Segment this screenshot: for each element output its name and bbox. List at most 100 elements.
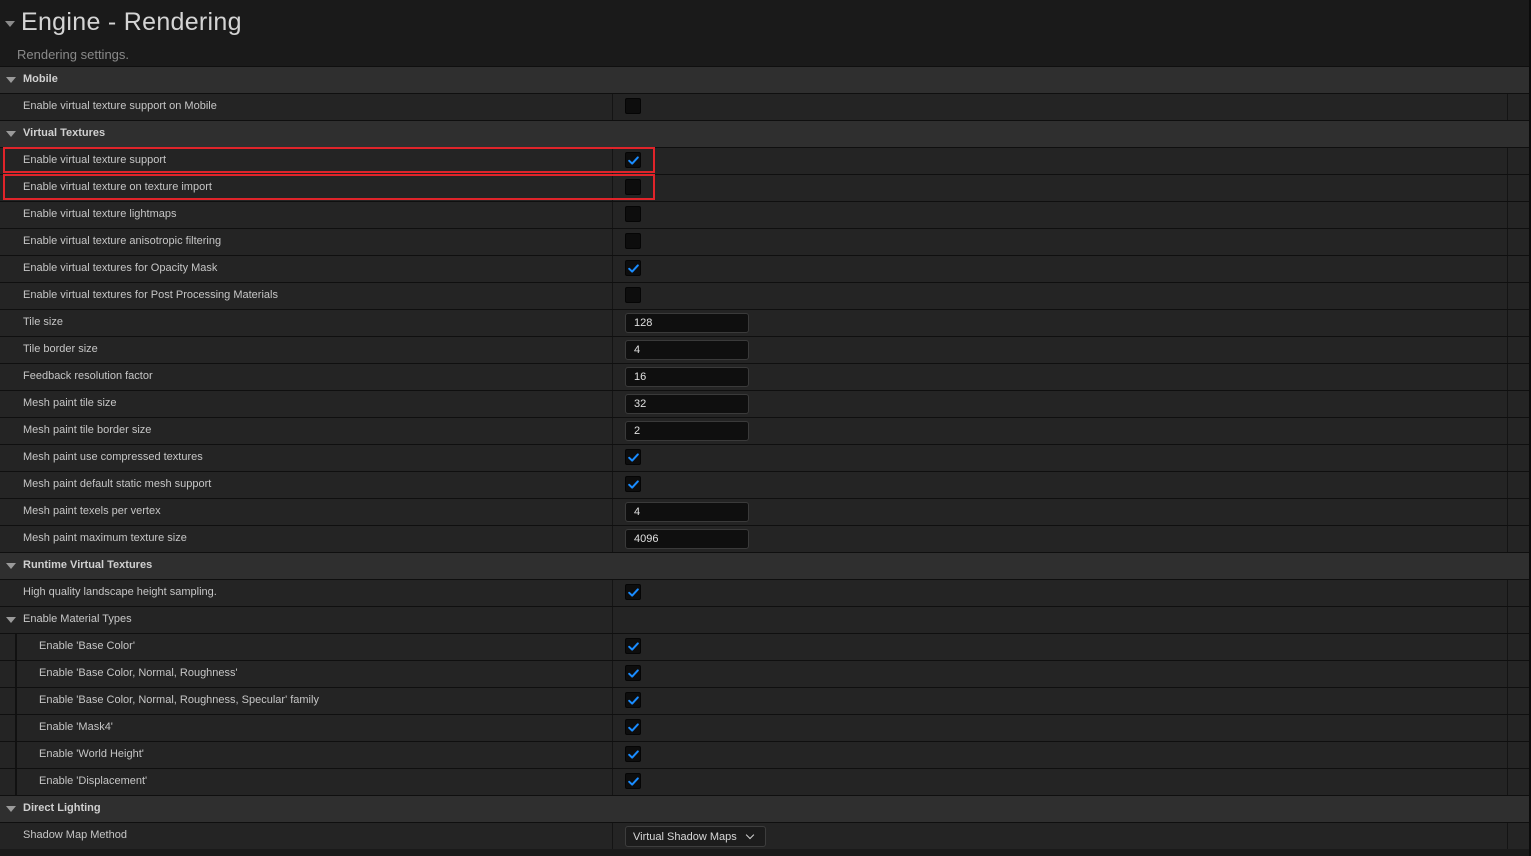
- expand-arrow-icon[interactable]: [6, 806, 16, 812]
- property-label: Mesh paint tile size: [23, 397, 117, 409]
- property-row-mesh-paint-maximum-texture-size: Mesh paint maximum texture size 4096: [0, 525, 1529, 552]
- property-label: Enable 'Mask4': [39, 721, 113, 733]
- column-divider[interactable]: [612, 418, 613, 444]
- checkbox-enable-virtual-texture-support-on-mobile[interactable]: [625, 98, 641, 114]
- checkmark-icon: [628, 723, 639, 732]
- column-divider: [1507, 283, 1508, 309]
- dropdown-shadow-map-method[interactable]: Virtual Shadow Maps: [625, 826, 766, 847]
- checkmark-icon: [628, 750, 639, 759]
- indent-guide: [15, 688, 17, 714]
- checkbox-high-quality-landscape-height-sampling[interactable]: [625, 584, 641, 600]
- checkbox-enable-virtual-texture-lightmaps[interactable]: [625, 206, 641, 222]
- column-divider[interactable]: [612, 607, 613, 633]
- category-direct-lighting[interactable]: Direct Lighting: [0, 795, 1529, 822]
- expand-arrow-icon[interactable]: [6, 131, 16, 137]
- section-header[interactable]: Engine - Rendering Rendering settings.: [0, 0, 1529, 66]
- expand-arrow-icon[interactable]: [6, 617, 16, 623]
- property-row-mesh-paint-tile-border-size: Mesh paint tile border size 2: [0, 417, 1529, 444]
- category-runtime-virtual-textures[interactable]: Runtime Virtual Textures: [0, 552, 1529, 579]
- checkbox-enable-base-color-normal-roughness[interactable]: [625, 665, 641, 681]
- column-divider: [1507, 94, 1508, 120]
- column-divider[interactable]: [612, 445, 613, 471]
- column-divider: [1507, 364, 1508, 390]
- checkbox-enable-world-height[interactable]: [625, 746, 641, 762]
- column-divider: [1507, 634, 1508, 660]
- category-mobile[interactable]: Mobile: [0, 66, 1529, 93]
- column-divider[interactable]: [612, 661, 613, 687]
- checkmark-icon: [628, 480, 639, 489]
- property-row-enable-virtual-texture-support-on-mobile: Enable virtual texture support on Mobile: [0, 93, 1529, 120]
- checkbox-enable-virtual-texture-on-texture-import[interactable]: [625, 179, 641, 195]
- property-row-enable-virtual-texture-support: Enable virtual texture support: [0, 147, 1529, 174]
- number-input-tile-border-size[interactable]: 4: [625, 340, 749, 360]
- column-divider[interactable]: [612, 634, 613, 660]
- property-row-enable-virtual-texture-anisotropic-filtering: Enable virtual texture anisotropic filte…: [0, 228, 1529, 255]
- column-divider[interactable]: [612, 688, 613, 714]
- property-label: Enable 'World Height': [39, 748, 144, 760]
- column-divider: [1507, 472, 1508, 498]
- column-divider[interactable]: [612, 94, 613, 120]
- column-divider[interactable]: [612, 148, 613, 174]
- column-divider[interactable]: [612, 715, 613, 741]
- column-divider[interactable]: [612, 310, 613, 336]
- indent-guide: [15, 661, 17, 687]
- checkbox-enable-base-color-normal-roughness-specular-family[interactable]: [625, 692, 641, 708]
- number-input-tile-size[interactable]: 128: [625, 313, 749, 333]
- property-label: Enable 'Base Color': [39, 640, 135, 652]
- checkbox-enable-virtual-textures-for-opacity-mask[interactable]: [625, 260, 641, 276]
- checkmark-icon: [628, 777, 639, 786]
- category-label: Direct Lighting: [23, 802, 101, 814]
- column-divider: [1507, 715, 1508, 741]
- checkbox-enable-base-color[interactable]: [625, 638, 641, 654]
- column-divider[interactable]: [612, 364, 613, 390]
- column-divider[interactable]: [612, 391, 613, 417]
- column-divider[interactable]: [612, 472, 613, 498]
- number-input-mesh-paint-maximum-texture-size[interactable]: 4096: [625, 529, 749, 549]
- column-divider[interactable]: [612, 256, 613, 282]
- checkmark-icon: [628, 696, 639, 705]
- property-label: Tile border size: [23, 343, 98, 355]
- column-divider[interactable]: [612, 283, 613, 309]
- column-divider: [1507, 580, 1508, 606]
- checkbox-enable-virtual-texture-support[interactable]: [625, 152, 641, 168]
- subcategory-enable-material-types[interactable]: Enable Material Types: [0, 606, 1529, 633]
- checkbox-enable-displacement[interactable]: [625, 773, 641, 789]
- property-row-enable-virtual-texture-on-texture-import: Enable virtual texture on texture import: [0, 174, 1529, 201]
- number-input-feedback-resolution-factor[interactable]: 16: [625, 367, 749, 387]
- property-row-enable-mask4: Enable 'Mask4': [0, 714, 1529, 741]
- column-divider[interactable]: [612, 580, 613, 606]
- column-divider[interactable]: [612, 526, 613, 552]
- column-divider[interactable]: [612, 175, 613, 201]
- column-divider[interactable]: [612, 202, 613, 228]
- number-input-mesh-paint-tile-border-size[interactable]: 2: [625, 421, 749, 441]
- column-divider[interactable]: [612, 823, 613, 849]
- expand-arrow-icon[interactable]: [6, 563, 16, 569]
- checkbox-enable-virtual-texture-anisotropic-filtering[interactable]: [625, 233, 641, 249]
- column-divider: [1507, 337, 1508, 363]
- expand-arrow-icon[interactable]: [6, 77, 16, 83]
- property-row-mesh-paint-use-compressed-textures: Mesh paint use compressed textures: [0, 444, 1529, 471]
- category-label: Runtime Virtual Textures: [23, 559, 153, 571]
- category-virtual-textures[interactable]: Virtual Textures: [0, 120, 1529, 147]
- checkbox-enable-virtual-textures-for-post-processing-materials[interactable]: [625, 287, 641, 303]
- property-label: Enable virtual texture support: [23, 154, 167, 166]
- column-divider[interactable]: [612, 742, 613, 768]
- column-divider[interactable]: [612, 337, 613, 363]
- number-input-mesh-paint-tile-size[interactable]: 32: [625, 394, 749, 414]
- property-label: Mesh paint tile border size: [23, 424, 152, 436]
- column-divider[interactable]: [612, 229, 613, 255]
- checkbox-mesh-paint-default-static-mesh-support[interactable]: [625, 476, 641, 492]
- property-label: Enable 'Displacement': [39, 775, 148, 787]
- number-input-mesh-paint-texels-per-vertex[interactable]: 4: [625, 502, 749, 522]
- column-divider: [1507, 391, 1508, 417]
- property-row-enable-displacement: Enable 'Displacement': [0, 768, 1529, 795]
- checkbox-enable-mask4[interactable]: [625, 719, 641, 735]
- rendering-settings-panel: Engine - Rendering Rendering settings. M…: [0, 0, 1531, 856]
- property-row-mesh-paint-default-static-mesh-support: Mesh paint default static mesh support: [0, 471, 1529, 498]
- property-label: Enable 'Base Color, Normal, Roughness': [39, 667, 238, 679]
- column-divider: [1507, 175, 1508, 201]
- column-divider[interactable]: [612, 769, 613, 795]
- collapse-arrow-icon[interactable]: [5, 21, 15, 27]
- column-divider[interactable]: [612, 499, 613, 525]
- checkbox-mesh-paint-use-compressed-textures[interactable]: [625, 449, 641, 465]
